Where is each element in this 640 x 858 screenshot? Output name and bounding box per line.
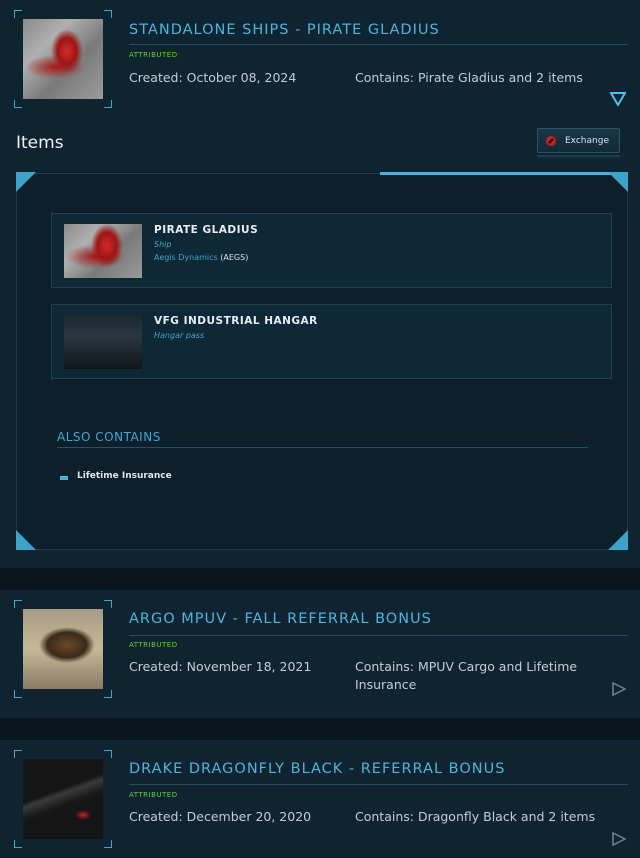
panel-corner-bottom-left — [16, 530, 36, 550]
chevron-right-icon[interactable] — [611, 832, 627, 846]
created-date: Created: October 08, 2024 — [129, 70, 297, 85]
button-glow — [537, 155, 620, 159]
created-date: Created: December 20, 2020 — [129, 809, 312, 824]
panel-top-accent — [380, 172, 628, 175]
contains-summary: Contains: Pirate Gladius and 2 items — [355, 70, 583, 85]
status-badge: ATTRIBUTED — [129, 641, 178, 649]
also-contains-heading: ALSO CONTAINS — [57, 430, 161, 444]
argo-mpuv-image — [23, 609, 103, 689]
manufacturer-name: Aegis Dynamics — [154, 253, 218, 262]
item-manufacturer: Aegis Dynamics (AEGS) — [154, 253, 248, 262]
dragonfly-black-image — [23, 759, 103, 839]
item-name: VFG INDUSTRIAL HANGAR — [154, 315, 318, 327]
no-entry-icon — [546, 135, 556, 146]
manufacturer-code: (AEGS) — [220, 253, 249, 262]
chevron-down-icon[interactable] — [610, 92, 626, 106]
title-divider — [129, 44, 628, 45]
item-card-hangar: VFG INDUSTRIAL HANGAR Hangar pass — [51, 304, 612, 379]
panel-top-border — [16, 173, 380, 174]
bullet-icon — [60, 476, 68, 480]
pledge-separator — [0, 568, 640, 590]
panel-corner-bottom-right — [608, 530, 628, 550]
pledge-thumbnail — [14, 10, 112, 108]
exchange-button[interactable]: Exchange — [537, 128, 620, 153]
pledge-title: DRAKE DRAGONFLY BLACK - REFERRAL BONUS — [129, 761, 506, 777]
item-thumbnail — [64, 224, 142, 278]
item-type: Hangar pass — [154, 331, 205, 340]
item-type: Ship — [154, 240, 172, 249]
items-heading: Items — [16, 133, 64, 153]
contains-summary: Contains: MPUV Cargo and Lifetime — [355, 659, 578, 674]
contains-summary-line2: Insurance — [355, 677, 417, 692]
title-divider — [129, 635, 628, 636]
status-badge: ATTRIBUTED — [129, 51, 178, 59]
created-date: Created: November 18, 2021 — [129, 659, 312, 674]
title-divider — [129, 784, 628, 785]
pledge-title: ARGO MPUV - FALL REFERRAL BONUS — [129, 611, 432, 627]
item-name: PIRATE GLADIUS — [154, 224, 259, 236]
item-thumbnail — [64, 315, 142, 369]
exchange-label: Exchange — [565, 135, 609, 146]
chevron-right-icon[interactable] — [611, 682, 627, 696]
also-contains-item: Lifetime Insurance — [77, 471, 172, 481]
pledge-thumbnail — [14, 600, 112, 698]
item-card-pirate-gladius: PIRATE GLADIUS Ship Aegis Dynamics (AEGS… — [51, 213, 612, 288]
panel-corner-top-right — [608, 172, 628, 192]
pledge-separator — [0, 718, 640, 740]
panel-corner-top-left — [16, 172, 36, 192]
pledge-thumbnail — [14, 750, 112, 848]
also-contains-divider — [57, 447, 588, 448]
pirate-gladius-image — [23, 19, 103, 99]
contains-summary: Contains: Dragonfly Black and 2 items — [355, 809, 596, 824]
status-badge: ATTRIBUTED — [129, 791, 178, 799]
pledge-title: STANDALONE SHIPS - PIRATE GLADIUS — [129, 22, 440, 38]
